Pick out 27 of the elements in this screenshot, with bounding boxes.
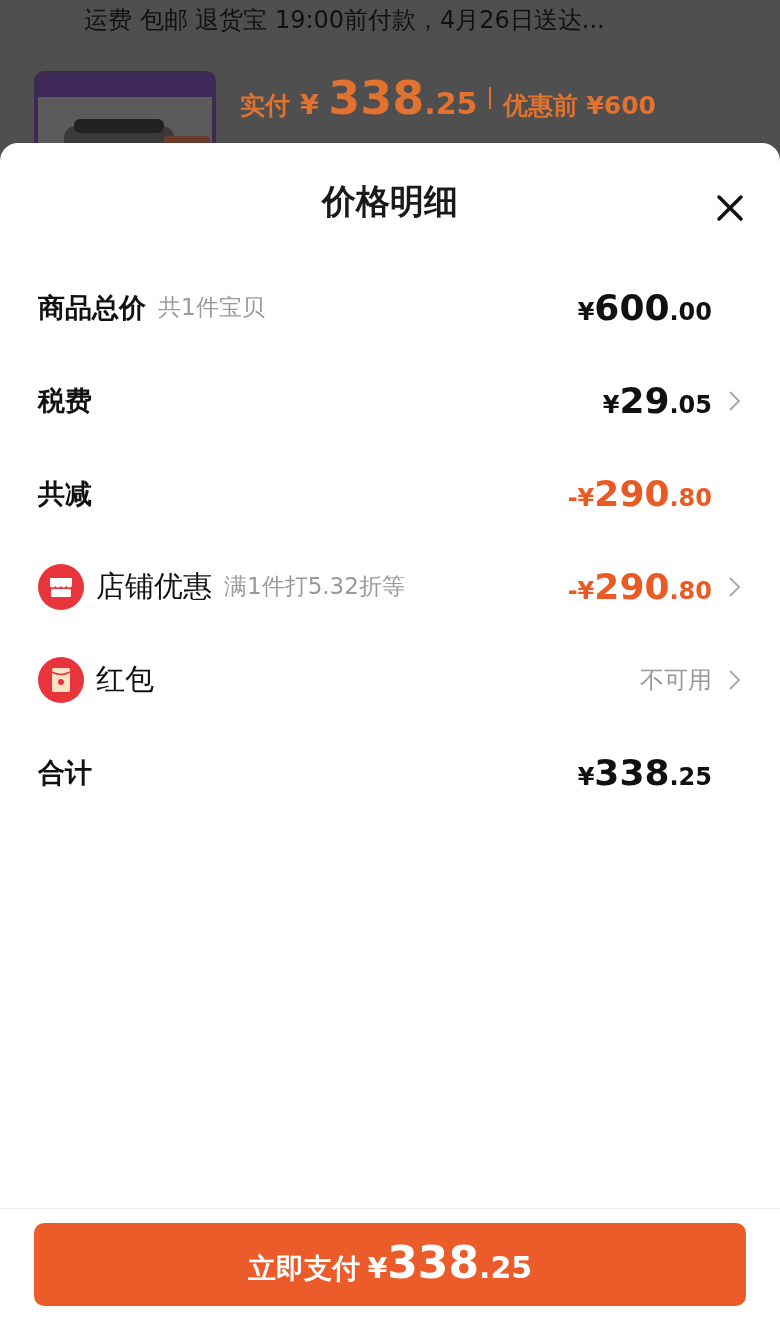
row-note: 满1件打5.32折等 bbox=[224, 572, 405, 601]
row-amount: ¥600.00 bbox=[577, 287, 712, 328]
sheet-title: 价格明细 bbox=[322, 180, 458, 223]
chevron-right-icon[interactable] bbox=[728, 575, 742, 598]
row-amount: -¥290.80 bbox=[567, 566, 712, 607]
original-price-label: 优惠前 bbox=[503, 90, 579, 122]
row-note: 共1件宝贝 bbox=[158, 293, 265, 322]
chevron-right-icon[interactable] bbox=[728, 389, 742, 412]
row-label: 税费 bbox=[38, 383, 92, 418]
row-label: 合计 bbox=[38, 755, 92, 790]
row-amount: ¥29.05 bbox=[602, 380, 712, 421]
envelope-icon bbox=[38, 656, 84, 703]
paid-label: 实付 bbox=[240, 90, 290, 122]
row-label: 商品总价 bbox=[38, 290, 146, 325]
original-price: ¥600 bbox=[586, 91, 656, 120]
row-label: 红包 bbox=[96, 660, 154, 698]
pay-now-button[interactable]: 立即支付 ¥338.25 bbox=[34, 1223, 746, 1306]
row-label: 共减 bbox=[38, 476, 92, 511]
row-amount: ¥338.25 bbox=[577, 752, 712, 793]
store-icon bbox=[38, 563, 84, 610]
close-icon[interactable] bbox=[716, 194, 744, 222]
chevron-right-icon[interactable] bbox=[728, 668, 742, 691]
shipping-info: 运费 包邮 退货宝 19:00前付款，4月26日送达... bbox=[83, 5, 606, 36]
row-amount: -¥290.80 bbox=[567, 473, 712, 514]
row-label: 店铺优惠 bbox=[96, 567, 212, 605]
paid-price: ¥ 338.25 bbox=[300, 71, 478, 125]
row-status: 不可用 bbox=[640, 664, 712, 696]
